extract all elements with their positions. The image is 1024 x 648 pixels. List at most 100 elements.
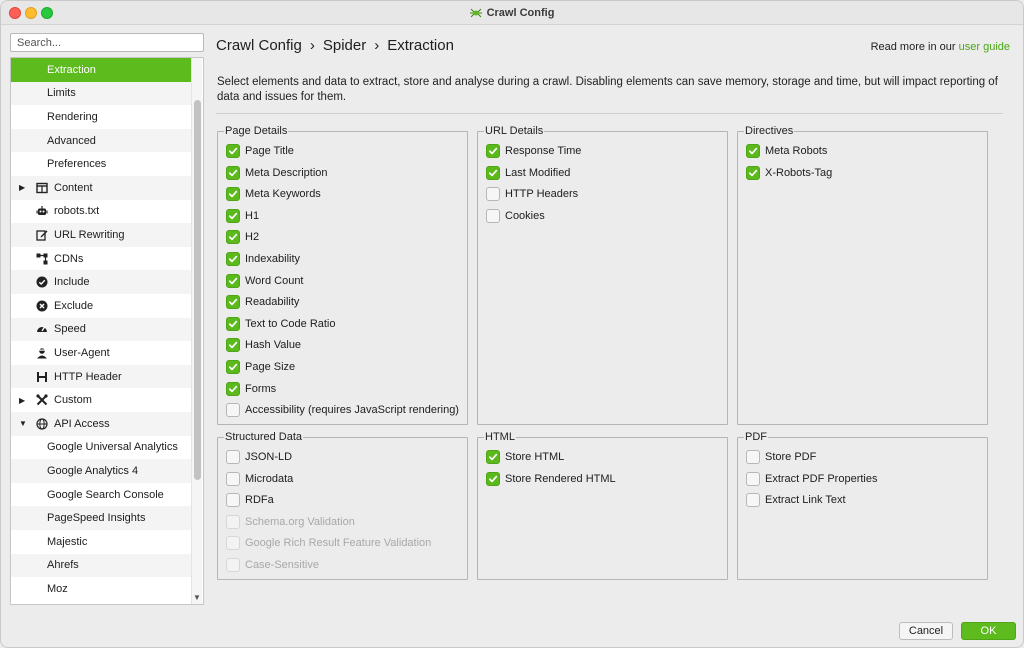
extract-pdf-properties-checkbox-row[interactable]: Extract PDF Properties (746, 471, 877, 487)
sidebar-item-moz[interactable]: Moz (11, 577, 192, 601)
http-headers-checkbox[interactable] (486, 187, 500, 202)
http-headers-checkbox-row[interactable]: HTTP Headers (486, 186, 578, 202)
microdata-checkbox[interactable] (226, 471, 240, 486)
store-rendered-html-checkbox-row[interactable]: Store Rendered HTML (486, 471, 616, 487)
extract-link-text-checkbox-row[interactable]: Extract Link Text (746, 492, 846, 508)
sidebar-item-robots-txt[interactable]: robots.txt (11, 200, 192, 224)
microdata-checkbox-row[interactable]: Microdata (226, 471, 293, 487)
store-pdf-checkbox-row[interactable]: Store PDF (746, 449, 816, 465)
sidebar-item-exclude[interactable]: Exclude (11, 294, 192, 318)
sidebar-item-google-universal-analytics[interactable]: Google Universal Analytics (11, 436, 192, 460)
store-pdf-checkbox[interactable] (746, 450, 760, 464)
expand-arrow-down-icon[interactable]: ▼ (19, 419, 27, 428)
sidebar-item-label: HTTP Header (54, 370, 122, 383)
h1-checkbox[interactable] (226, 208, 240, 223)
crawl-config-window: Crawl Config Moz Ahrefs Majestic PageSpeed … (0, 0, 1024, 648)
sidebar-item-extraction[interactable]: Extraction (11, 58, 192, 82)
readability-checkbox-row[interactable]: Readability (226, 294, 299, 310)
sidebar-item-rendering[interactable]: Rendering (11, 105, 192, 129)
sidebar-item-google-search-console[interactable]: Google Search Console (11, 483, 192, 507)
sidebar-item-label: Google Analytics 4 (47, 464, 139, 477)
json-ld-checkbox-row[interactable]: JSON-LD (226, 449, 292, 465)
accessibility-requires-javascript-rendering-checkbox[interactable] (226, 403, 240, 418)
sidebar-item-http-header[interactable]: HTTP Header (11, 364, 192, 389)
sidebar-item-include[interactable]: Include (11, 270, 192, 294)
meta-keywords-checkbox[interactable] (226, 187, 240, 202)
sidebar-item-label: Google Search Console (47, 488, 164, 501)
extract-link-text-checkbox[interactable] (746, 493, 760, 508)
store-html-checkbox[interactable] (486, 450, 500, 464)
expand-arrow-right-icon[interactable]: ▶ (19, 183, 25, 192)
cookies-checkbox-row[interactable]: Cookies (486, 208, 545, 224)
last-modified-checkbox[interactable] (486, 165, 500, 180)
hash-value-checkbox-row[interactable]: Hash Value (226, 337, 301, 353)
text-to-code-ratio-checkbox-row[interactable]: Text to Code Ratio (226, 316, 336, 332)
rdfa-checkbox[interactable] (226, 493, 240, 508)
page-title-checkbox-row[interactable]: Page Title (226, 143, 294, 159)
page-size-checkbox-row[interactable]: Page Size (226, 359, 295, 375)
sidebar-item-content[interactable]: ▶ Content (11, 176, 192, 200)
word-count-checkbox[interactable] (226, 273, 240, 288)
sidebar-item-label: Ahrefs (47, 559, 79, 572)
sidebar-item-pagespeed-insights[interactable]: PageSpeed Insights (11, 506, 192, 530)
sidebar-item-custom[interactable]: ▶ Custom (11, 388, 192, 412)
h2-checkbox-row[interactable]: H2 (226, 229, 259, 245)
chevron-down-icon[interactable]: ▼ (193, 593, 201, 602)
sidebar-item-label: Limits (47, 87, 76, 100)
word-count-checkbox-row[interactable]: Word Count (226, 273, 304, 289)
breadcrumb-item-crawl-config: Crawl Config (216, 37, 302, 54)
ok-button[interactable]: OK (961, 622, 1016, 640)
sidebar-item-user-agent[interactable]: User-Agent (11, 341, 192, 365)
page-title-checkbox[interactable] (226, 144, 240, 158)
h2-checkbox[interactable] (226, 230, 240, 245)
sidebar-item-label: Rendering (47, 110, 98, 123)
json-ld-checkbox[interactable] (226, 450, 240, 464)
checkbox-label: X-Robots-Tag (765, 166, 833, 179)
meta-description-checkbox-row[interactable]: Meta Description (226, 165, 328, 181)
checkbox-label: RDFa (245, 494, 274, 507)
config-tree: Moz Ahrefs Majestic PageSpeed Insights Googl… (10, 57, 204, 605)
extract-pdf-properties-checkbox[interactable] (746, 471, 760, 486)
accessibility-requires-javascript-rendering-checkbox-row[interactable]: Accessibility (requires JavaScript rende… (226, 402, 459, 418)
sidebar-item-limits[interactable]: Limits (11, 81, 192, 106)
user-guide-link[interactable]: user guide (959, 41, 1010, 53)
sidebar-item-ahrefs[interactable]: Ahrefs (11, 553, 192, 578)
x-robots-tag-checkbox[interactable] (746, 165, 760, 180)
tree-scroll-thumb[interactable] (194, 100, 201, 480)
rdfa-checkbox-row[interactable]: RDFa (226, 492, 274, 508)
sidebar-item-api-access[interactable]: ▼ API Access (11, 412, 192, 436)
x-robots-tag-checkbox-row[interactable]: X-Robots-Tag (746, 165, 832, 181)
last-modified-checkbox-row[interactable]: Last Modified (486, 165, 570, 181)
cancel-button[interactable]: Cancel (899, 622, 953, 640)
indexability-checkbox-row[interactable]: Indexability (226, 251, 300, 267)
forms-checkbox[interactable] (226, 381, 240, 396)
search-input[interactable] (10, 33, 204, 52)
meta-keywords-checkbox-row[interactable]: Meta Keywords (226, 186, 321, 202)
meta-description-checkbox[interactable] (226, 165, 240, 180)
sidebar-item-majestic[interactable]: Majestic (11, 530, 192, 554)
meta-robots-checkbox-row[interactable]: Meta Robots (746, 143, 827, 159)
page-size-checkbox[interactable] (226, 360, 240, 374)
sidebar-item-advanced[interactable]: Advanced (11, 128, 192, 153)
cookies-checkbox[interactable] (486, 208, 500, 223)
directives-group-title: Directives (744, 125, 795, 137)
store-rendered-html-checkbox[interactable] (486, 471, 500, 486)
sidebar-item-google-analytics-4[interactable]: Google Analytics 4 (11, 459, 192, 483)
sidebar-item-preferences[interactable]: Preferences (11, 152, 192, 176)
sidebar-item-url-rewriting[interactable]: URL Rewriting (11, 223, 192, 247)
forms-checkbox-row[interactable]: Forms (226, 381, 276, 397)
indexability-checkbox[interactable] (226, 252, 240, 266)
hash-value-checkbox[interactable] (226, 338, 240, 353)
expand-arrow-right-icon[interactable]: ▶ (19, 396, 25, 405)
response-time-checkbox[interactable] (486, 144, 500, 158)
sidebar-item-label: API Access (54, 417, 110, 430)
tree-scrollbar[interactable]: ▼ (191, 58, 202, 604)
sidebar-item-cdns[interactable]: CDNs (11, 247, 192, 271)
h1-checkbox-row[interactable]: H1 (226, 208, 259, 224)
store-html-checkbox-row[interactable]: Store HTML (486, 449, 564, 465)
meta-robots-checkbox[interactable] (746, 144, 760, 158)
response-time-checkbox-row[interactable]: Response Time (486, 143, 581, 159)
text-to-code-ratio-checkbox[interactable] (226, 316, 240, 331)
sidebar-item-speed[interactable]: Speed (11, 317, 192, 342)
readability-checkbox[interactable] (226, 295, 240, 310)
